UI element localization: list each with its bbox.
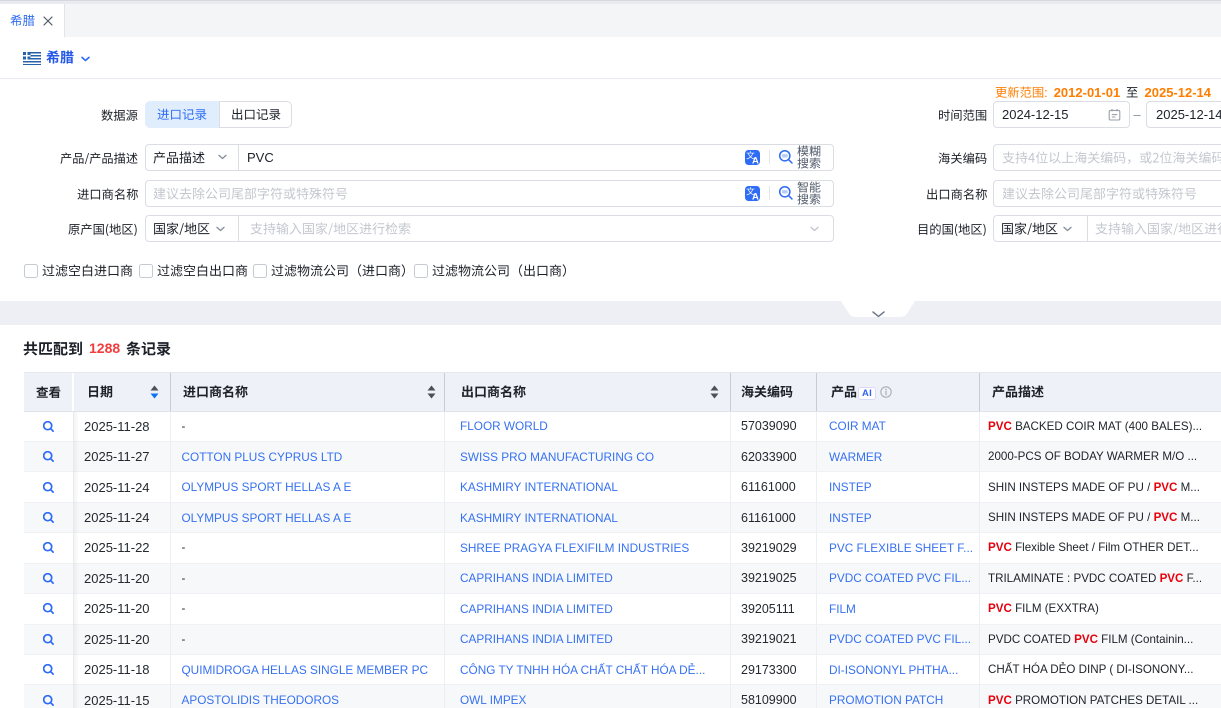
svg-text:A: A [752, 155, 759, 164]
svg-text:A: A [752, 191, 759, 200]
